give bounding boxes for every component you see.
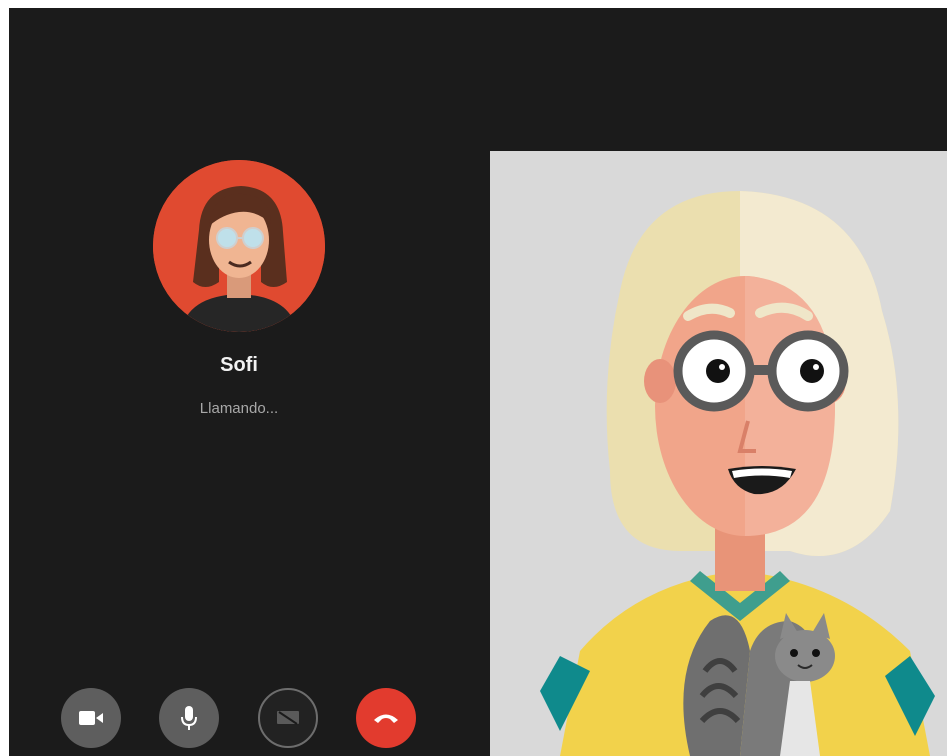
microphone-toggle-button[interactable] — [159, 688, 219, 748]
call-status: Llamando... — [199, 400, 279, 417]
caller-avatar-illustration — [153, 160, 325, 332]
self-video-feed — [490, 151, 947, 756]
video-camera-icon — [79, 711, 103, 725]
caller-avatar — [153, 160, 325, 332]
screen-share-button[interactable] — [258, 688, 318, 748]
call-controls — [61, 688, 431, 748]
microphone-icon — [181, 706, 197, 730]
hang-up-button[interactable] — [356, 688, 416, 748]
hang-up-icon — [374, 714, 398, 723]
video-toggle-button[interactable] — [61, 688, 121, 748]
call-window: Sofi Llamando... — [9, 8, 947, 756]
caller-name: Sofi — [220, 354, 258, 376]
screen-share-icon — [277, 711, 299, 725]
self-video-preview — [490, 151, 947, 756]
